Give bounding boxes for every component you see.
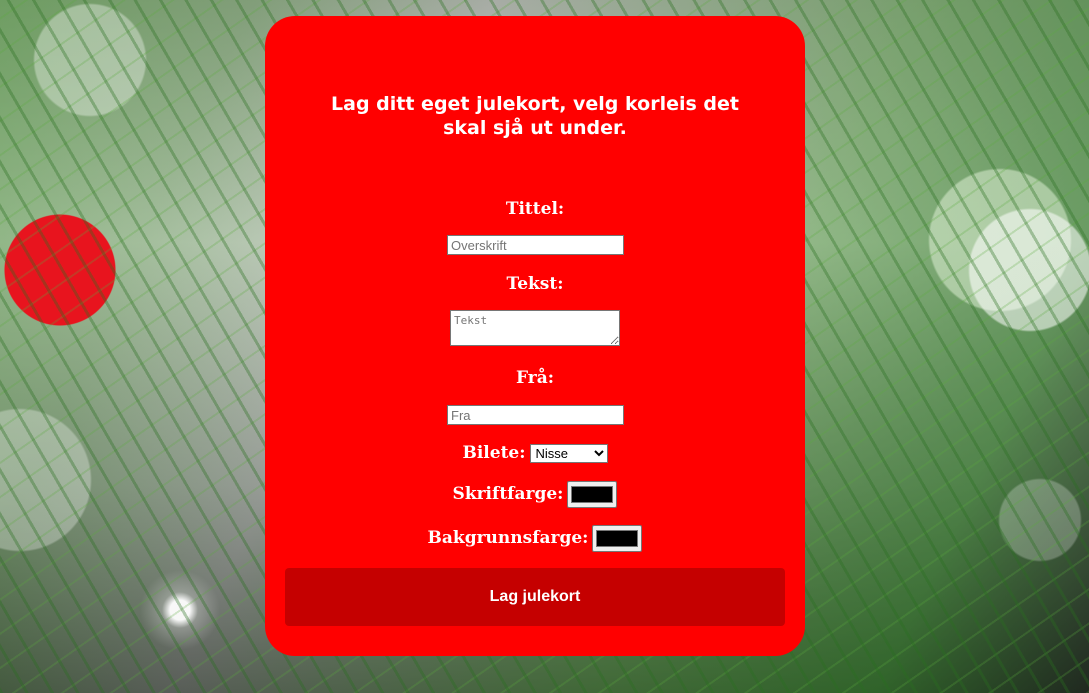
bg-color-picker[interactable]	[592, 524, 643, 552]
title-label: Tittel:	[505, 199, 565, 219]
image-row: Bilete: Nisse	[265, 442, 805, 464]
bg-color-label: Bakgrunnsfarge:	[427, 528, 589, 548]
create-card-button[interactable]: Lag julekort	[285, 568, 785, 626]
font-color-swatch	[571, 485, 614, 503]
bg-color-row: Bakgrunnsfarge:	[265, 524, 805, 552]
title-input[interactable]	[447, 235, 624, 255]
image-label: Bilete:	[462, 443, 526, 463]
font-color-label: Skriftfarge:	[452, 484, 564, 504]
text-label: Tekst:	[506, 274, 564, 294]
from-label: Frå:	[515, 368, 555, 388]
font-color-row: Skriftfarge:	[265, 480, 805, 508]
from-input[interactable]	[447, 405, 624, 425]
bg-color-swatch	[596, 529, 639, 547]
form-heading: Lag ditt eget julekort, velg korleis det…	[331, 93, 739, 139]
text-textarea[interactable]	[450, 310, 620, 346]
font-color-picker[interactable]	[567, 480, 618, 508]
card-form: Lag ditt eget julekort, velg korleis det…	[265, 16, 805, 656]
image-select[interactable]: Nisse	[529, 443, 608, 463]
